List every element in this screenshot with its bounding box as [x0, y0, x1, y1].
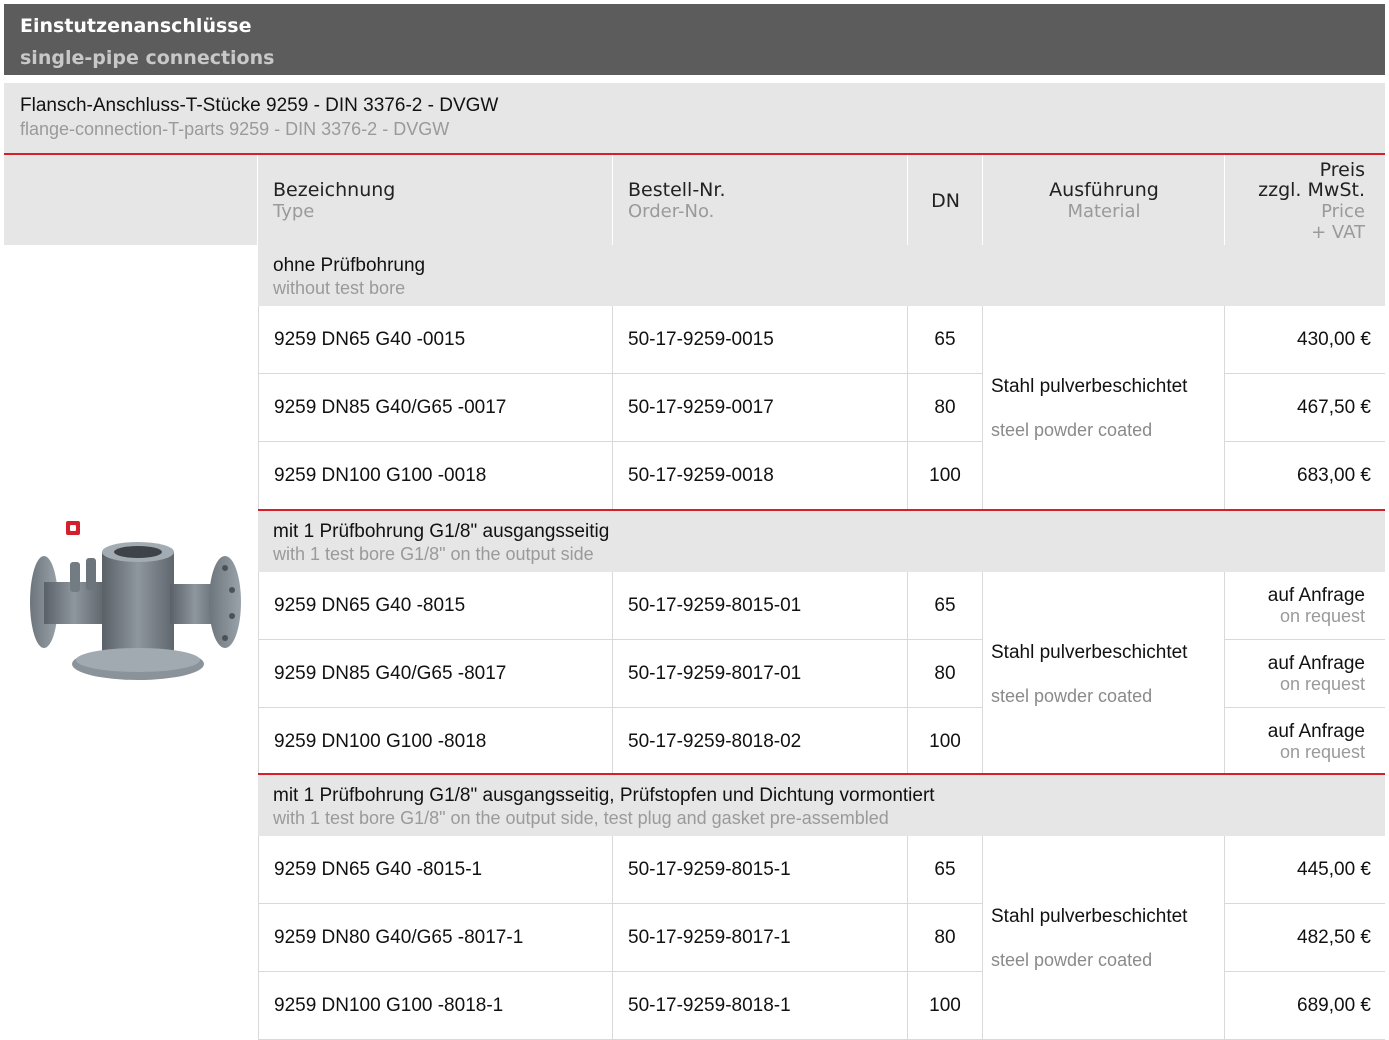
section-title-de: mit 1 Prüfbohrung G1/8" ausgangsseitig [273, 521, 610, 542]
column-type: Bezeichnung Type [258, 155, 613, 245]
column-order: Bestell-Nr. Order-No. [613, 155, 908, 245]
type-cell: 9259 DN100 G100 -0018 [258, 442, 613, 510]
column-material: Ausführung Material [983, 155, 1225, 245]
column-dn-label: DN [931, 190, 960, 212]
dn-cell: 80 [908, 374, 983, 442]
catalog-header: Einstutzenanschlüsse single-pipe connect… [4, 4, 1385, 75]
hotspot-marker-icon[interactable] [66, 521, 80, 535]
order-number-cell: 50-17-9259-8018-02 [613, 708, 908, 776]
price-cell: 430,00 € [1225, 306, 1385, 374]
order-number-cell: 50-17-9259-8015-01 [613, 572, 908, 640]
t-fitting-image [30, 542, 241, 680]
column-order-en: Order-No. [628, 201, 715, 222]
type-cell: 9259 DN80 G40/G65 -8017-1 [258, 904, 613, 972]
product-title-en: flange-connection-T-parts 9259 - DIN 337… [20, 119, 450, 139]
product-image-area [4, 245, 258, 1033]
image-column-header [4, 155, 258, 245]
section-title-en: without test bore [273, 278, 406, 298]
catalog-title: Einstutzenanschlüsse [20, 15, 252, 37]
dn-cell: 65 [908, 572, 983, 640]
order-number-cell: 50-17-9259-8017-01 [613, 640, 908, 708]
price-cell: auf Anfrage on request [1225, 572, 1385, 640]
type-cell: 9259 DN100 G100 -8018 [258, 708, 613, 776]
price-request-de: auf Anfrage [1267, 652, 1365, 674]
order-number-cell: 50-17-9259-8015-1 [613, 836, 908, 904]
column-type-de: Bezeichnung [273, 179, 396, 201]
material-cell: Stahl pulverbeschichtet steel powder coa… [983, 836, 1225, 1040]
section-header: mit 1 Prüfbohrung G1/8" ausgangsseitig w… [258, 511, 1385, 572]
price-request-en: on request [1279, 741, 1365, 762]
column-price-en-1: Price [1321, 201, 1365, 222]
section-title-en: with 1 test bore G1/8" on the output sid… [273, 544, 594, 564]
material-cell: Stahl pulverbeschichtet steel powder coa… [983, 306, 1225, 510]
dn-cell: 65 [908, 836, 983, 904]
section-title-de: mit 1 Prüfbohrung G1/8" ausgangsseitig, … [273, 785, 935, 806]
dn-cell: 80 [908, 640, 983, 708]
section-title-en: with 1 test bore G1/8" on the output sid… [273, 808, 889, 828]
dn-cell: 100 [908, 442, 983, 510]
dn-cell: 100 [908, 972, 983, 1040]
column-price-de-2: zzgl. MwSt. [1258, 179, 1365, 201]
price-table: ohne Prüfbohrung without test bore 9259 … [258, 245, 1385, 1040]
type-cell: 9259 DN100 G100 -8018-1 [258, 972, 613, 1040]
dn-cell: 65 [908, 306, 983, 374]
price-cell: 445,00 € [1225, 836, 1385, 904]
price-cell: auf Anfrage on request [1225, 640, 1385, 708]
order-number-cell: 50-17-9259-0018 [613, 442, 908, 510]
material-en: steel powder coated [991, 420, 1153, 440]
column-material-en: Material [1067, 201, 1141, 222]
section-header: mit 1 Prüfbohrung G1/8" ausgangsseitig, … [258, 775, 1385, 836]
material-de: Stahl pulverbeschichtet [991, 376, 1188, 397]
price-cell: 683,00 € [1225, 442, 1385, 510]
column-price: Preis zzgl. MwSt. Price + VAT [1225, 155, 1385, 245]
type-cell: 9259 DN85 G40/G65 -0017 [258, 374, 613, 442]
column-dn: DN [908, 155, 983, 245]
table-header: Bezeichnung Type Bestell-Nr. Order-No. D… [4, 155, 1385, 245]
price-cell: 482,50 € [1225, 904, 1385, 972]
material-de: Stahl pulverbeschichtet [991, 906, 1188, 927]
type-cell: 9259 DN65 G40 -8015-1 [258, 836, 613, 904]
order-number-cell: 50-17-9259-8018-1 [613, 972, 908, 1040]
catalog-subtitle: single-pipe connections [20, 47, 275, 69]
price-request-en: on request [1279, 605, 1365, 626]
dn-cell: 80 [908, 904, 983, 972]
column-type-en: Type [273, 201, 315, 222]
dn-cell: 100 [908, 708, 983, 776]
product-heading: Flansch-Anschluss-T-Stücke 9259 - DIN 33… [4, 83, 1385, 154]
material-cell: Stahl pulverbeschichtet steel powder coa… [983, 572, 1225, 776]
type-cell: 9259 DN65 G40 -8015 [258, 572, 613, 640]
type-cell: 9259 DN65 G40 -0015 [258, 306, 613, 374]
order-number-cell: 50-17-9259-0015 [613, 306, 908, 374]
material-de: Stahl pulverbeschichtet [991, 642, 1188, 663]
material-en: steel powder coated [991, 950, 1153, 970]
price-request-de: auf Anfrage [1267, 720, 1365, 742]
type-cell: 9259 DN85 G40/G65 -8017 [258, 640, 613, 708]
order-number-cell: 50-17-9259-0017 [613, 374, 908, 442]
price-request-de: auf Anfrage [1267, 584, 1365, 606]
price-cell: 467,50 € [1225, 374, 1385, 442]
product-title-de: Flansch-Anschluss-T-Stücke 9259 - DIN 33… [20, 95, 499, 116]
material-en: steel powder coated [991, 686, 1153, 706]
price-request-en: on request [1279, 673, 1365, 694]
price-cell: auf Anfrage on request [1225, 708, 1385, 776]
section-title-de: ohne Prüfbohrung [273, 255, 426, 276]
column-material-de: Ausführung [1049, 179, 1159, 201]
column-price-de-1: Preis [1319, 159, 1365, 181]
price-cell: 689,00 € [1225, 972, 1385, 1040]
column-order-de: Bestell-Nr. [628, 179, 726, 201]
column-price-en-2: + VAT [1311, 222, 1365, 243]
order-number-cell: 50-17-9259-8017-1 [613, 904, 908, 972]
section-header: ohne Prüfbohrung without test bore [258, 245, 1385, 306]
